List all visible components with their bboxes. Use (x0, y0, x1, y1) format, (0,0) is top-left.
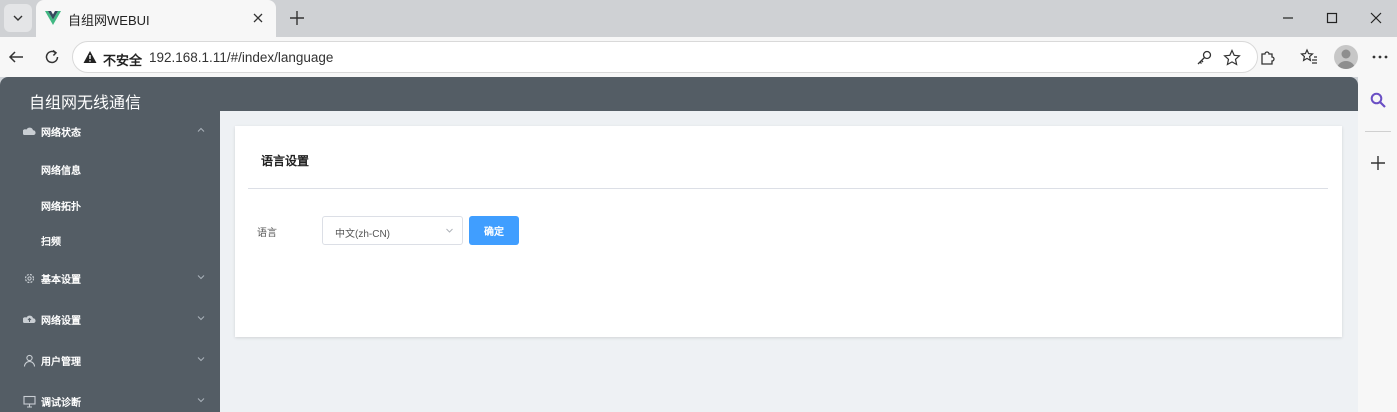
chevron-down-icon (197, 275, 205, 280)
chevron-down-icon (446, 228, 453, 233)
sidebar-item-network-topology[interactable]: 网络拓扑 (0, 190, 220, 220)
plus-icon[interactable] (1370, 155, 1386, 171)
chevron-down-icon (197, 398, 205, 403)
tab-actions-button[interactable] (4, 4, 32, 32)
cloud-icon (23, 127, 36, 135)
maximize-button[interactable] (1320, 6, 1344, 30)
sidebar-item-frequency-scan[interactable]: 扫频 (0, 225, 220, 255)
url-text[interactable]: 192.168.1.11/#/index/language (149, 50, 333, 65)
app-title: 自组网无线通信 (29, 95, 142, 112)
menu-group-network-settings[interactable]: 网络设置 (0, 305, 220, 335)
chevron-down-icon (197, 316, 205, 321)
sidebar-item-label: 扫频 (41, 237, 61, 248)
menu-group-label: 用户管理 (41, 357, 81, 368)
profile-avatar[interactable] (1334, 45, 1358, 69)
card-title: 语言设置 (261, 154, 310, 168)
extensions-button[interactable] (1256, 45, 1280, 69)
cloud-upload-icon (23, 315, 36, 323)
menu-group-debug-diagnostics[interactable]: 调试诊断 (0, 387, 220, 412)
sidebar-item-network-info[interactable]: 网络信息 (0, 154, 220, 184)
language-select[interactable]: 中文(zh-CN) (322, 216, 463, 245)
refresh-icon (45, 49, 59, 64)
language-label: 语言 (257, 228, 277, 239)
chevron-down-icon (13, 15, 23, 21)
security-label[interactable]: 不安全 (103, 50, 142, 69)
chevron-down-icon (197, 357, 205, 362)
browser-tab[interactable]: 自组网WEBUI (36, 0, 276, 37)
star-icon[interactable] (1223, 49, 1241, 67)
user-icon (23, 354, 36, 367)
sidebar-item-label: 网络信息 (41, 166, 81, 177)
user-icon (1337, 49, 1355, 69)
gear-icon (24, 273, 35, 284)
browser-toolbar: 不安全 192.168.1.11/#/index/language (0, 37, 1397, 77)
arrow-left-icon (8, 51, 23, 63)
search-icon[interactable] (1369, 91, 1387, 109)
rail-divider (1365, 131, 1391, 132)
favorites-button[interactable] (1297, 45, 1321, 69)
menu-group-label: 基本设置 (41, 275, 81, 286)
window-close-button[interactable] (1364, 6, 1388, 30)
new-tab-button[interactable] (284, 5, 310, 31)
tab-title: 自组网WEBUI (68, 13, 150, 28)
refresh-button[interactable] (40, 45, 64, 69)
card-divider (248, 188, 1328, 189)
menu-group-label: 调试诊断 (41, 398, 81, 409)
sidebar: 网络状态 网络信息 网络拓扑 扫频 基本设置 网络设置 用户管理 调试诊断 (0, 111, 220, 412)
address-bar[interactable]: 不安全 192.168.1.11/#/index/language (72, 41, 1258, 73)
more-menu-button[interactable] (1368, 45, 1392, 69)
app-header: 自组网无线通信 (0, 77, 1358, 112)
maximize-icon (1326, 12, 1338, 24)
puzzle-icon (1261, 51, 1275, 65)
warning-icon (83, 51, 97, 63)
language-settings-card: 语言设置 语言 中文(zh-CN) 确定 (235, 126, 1342, 337)
key-icon[interactable] (1195, 49, 1213, 67)
menu-group-user-management[interactable]: 用户管理 (0, 346, 220, 376)
menu-group-basic-settings[interactable]: 基本设置 (0, 264, 220, 294)
chevron-up-icon (197, 127, 205, 132)
language-select-value: 中文(zh-CN) (335, 229, 390, 240)
monitor-icon (23, 395, 36, 408)
minimize-icon (1283, 17, 1293, 19)
close-icon[interactable] (250, 10, 266, 26)
browser-tab-strip: 自组网WEBUI (0, 0, 1397, 37)
web-page: 自组网无线通信 网络状态 网络信息 网络拓扑 扫频 基本设置 网络设置 用户管理… (0, 77, 1358, 412)
more-icon (1372, 55, 1388, 59)
back-button[interactable] (4, 45, 28, 69)
minimize-button[interactable] (1276, 6, 1300, 30)
favorites-icon (1300, 48, 1317, 64)
close-icon (1370, 12, 1382, 24)
menu-group-network-status[interactable]: 网络状态 (0, 117, 220, 147)
edge-sidebar (1358, 77, 1397, 412)
sidebar-item-label: 网络拓扑 (41, 202, 81, 213)
vue-logo-icon (45, 11, 61, 25)
plus-icon (290, 11, 304, 25)
menu-group-label: 网络状态 (41, 128, 81, 139)
confirm-button[interactable]: 确定 (469, 216, 519, 245)
menu-group-label: 网络设置 (41, 316, 81, 327)
